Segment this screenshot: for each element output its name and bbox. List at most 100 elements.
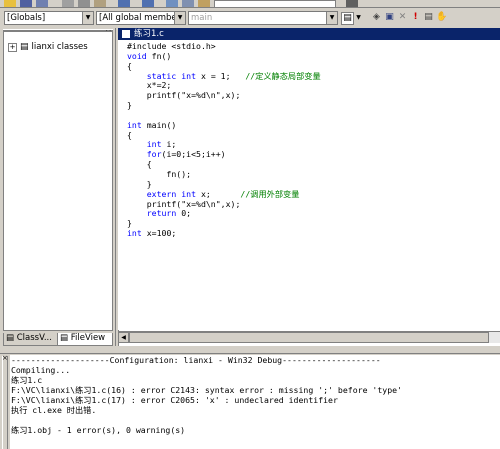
output-line: 练习1.c bbox=[11, 375, 43, 385]
code-line[interactable]: static int x = 1; //定义静态局部变量 bbox=[127, 70, 497, 82]
code-line[interactable]: void fn() bbox=[127, 50, 497, 62]
find-in-files-icon[interactable] bbox=[346, 0, 358, 7]
tree-root-item[interactable]: + ▤ lianxi classes bbox=[8, 42, 88, 52]
code-text: main() bbox=[141, 119, 177, 130]
editor-title: 练习1.c bbox=[134, 29, 164, 39]
code-text: printf("x=%d\n",x); bbox=[127, 90, 241, 101]
code-text: 0; bbox=[176, 208, 192, 219]
tab-classview-label: ClassV... bbox=[16, 333, 52, 343]
copy-icon[interactable] bbox=[78, 0, 90, 7]
output-line: F:\VC\lianxi\练习1.c(17) : error C2065: 'x… bbox=[11, 395, 338, 405]
workspace-tabs: ▤ ClassV... ▤ FileView bbox=[3, 333, 113, 346]
code-text: } bbox=[127, 178, 152, 189]
output-line: Compiling... bbox=[11, 365, 71, 375]
output-line: F:\VC\lianxi\练习1.c(16) : error C2143: sy… bbox=[11, 385, 403, 395]
classes-icon: ▤ bbox=[20, 42, 29, 52]
classview-icon: ▤ bbox=[6, 333, 15, 343]
redo-icon[interactable] bbox=[142, 0, 154, 7]
code-editor[interactable]: #include <stdio.h> void fn(){ static int … bbox=[127, 41, 497, 332]
code-keyword: for bbox=[146, 149, 162, 160]
tab-fileview-label: FileView bbox=[70, 333, 106, 343]
workspace-icon[interactable] bbox=[166, 0, 178, 7]
close-icon[interactable]: × bbox=[2, 355, 9, 362]
code-line[interactable]: return 0; bbox=[127, 208, 497, 219]
function-combo[interactable]: main ▼ bbox=[188, 11, 338, 25]
file-icon bbox=[122, 30, 130, 38]
expand-icon[interactable]: + bbox=[8, 42, 17, 52]
code-line[interactable]: } bbox=[127, 218, 497, 229]
scope-combo-value: [Globals] bbox=[7, 13, 46, 23]
code-comment: //调用外部变量 bbox=[240, 188, 300, 199]
scope-combo[interactable]: [Globals] ▼ bbox=[4, 11, 94, 25]
code-text: { bbox=[127, 129, 132, 140]
code-line[interactable]: } bbox=[127, 100, 497, 111]
code-line[interactable]: #include <stdio.h> bbox=[127, 41, 497, 52]
execute-icon[interactable]: ! bbox=[410, 12, 421, 23]
output-pane-border bbox=[0, 346, 500, 354]
code-text: i; bbox=[161, 139, 177, 150]
code-keyword: int bbox=[127, 228, 142, 239]
editor-gutter[interactable] bbox=[118, 40, 124, 330]
output-gripper[interactable] bbox=[2, 356, 8, 449]
chevron-down-icon[interactable]: ▼ bbox=[82, 12, 93, 24]
chevron-down-icon[interactable]: ▼ bbox=[353, 12, 364, 23]
output-window[interactable]: --------------------Configuration: lianx… bbox=[10, 355, 500, 449]
code-text: x=100; bbox=[141, 228, 177, 239]
window-list-icon[interactable] bbox=[198, 0, 210, 7]
code-line[interactable]: fn(); bbox=[127, 168, 497, 180]
open-icon[interactable] bbox=[4, 0, 16, 7]
code-text: { bbox=[127, 60, 132, 71]
scroll-left-icon[interactable]: ◀ bbox=[118, 332, 129, 343]
cut-icon[interactable] bbox=[62, 0, 74, 7]
editor-title-bar[interactable]: 练习1.c bbox=[118, 28, 500, 40]
code-text: x*=2; bbox=[127, 80, 172, 91]
chevron-down-icon[interactable]: ▼ bbox=[174, 12, 185, 24]
output-line: 练习1.obj - 1 error(s), 0 warning(s) bbox=[11, 425, 186, 435]
tab-classview[interactable]: ▤ ClassV... bbox=[3, 333, 61, 346]
code-keyword: void bbox=[127, 50, 147, 61]
code-text: printf("x=%d\n",x); bbox=[127, 198, 241, 209]
code-keyword: int bbox=[181, 188, 197, 199]
code-line[interactable] bbox=[127, 111, 497, 121]
save-all-icon[interactable] bbox=[36, 0, 48, 7]
horizontal-scrollbar[interactable]: ◀ bbox=[118, 331, 500, 343]
chevron-down-icon[interactable]: ▼ bbox=[326, 12, 337, 24]
paste-icon[interactable] bbox=[94, 0, 106, 7]
output-line: 执行 cl.exe 时出错. bbox=[11, 405, 97, 415]
members-combo-value: [All global members bbox=[99, 13, 185, 23]
code-line[interactable]: for(i=0;i<5;i++) bbox=[127, 149, 497, 160]
code-text: } bbox=[127, 218, 132, 229]
fileview-icon: ▤ bbox=[60, 333, 69, 343]
undo-icon[interactable] bbox=[118, 0, 130, 7]
find-combo[interactable] bbox=[214, 0, 336, 7]
code-keyword: int bbox=[146, 139, 162, 150]
code-text: fn(); bbox=[127, 168, 192, 179]
breakpoint-hand-icon[interactable]: ✋ bbox=[436, 12, 447, 23]
code-text: { bbox=[127, 159, 152, 170]
code-line[interactable]: { bbox=[127, 129, 497, 141]
code-line[interactable]: printf("x=%d\n",x); bbox=[127, 90, 497, 101]
code-comment: //定义静态局部变量 bbox=[245, 70, 321, 81]
code-keyword: int bbox=[181, 70, 197, 81]
code-text: (i=0;i<5;i++) bbox=[161, 149, 226, 160]
code-keyword: int bbox=[127, 119, 142, 130]
code-keyword: static bbox=[146, 70, 177, 81]
save-icon[interactable] bbox=[20, 0, 32, 7]
wizard-bar: [Globals] ▼ [All global members ▼ main ▼… bbox=[0, 9, 500, 27]
tab-fileview[interactable]: ▤ FileView bbox=[57, 333, 113, 346]
code-line[interactable]: int main() bbox=[127, 119, 497, 131]
code-text: x; bbox=[196, 188, 241, 199]
function-combo-value: main bbox=[191, 13, 213, 23]
members-combo[interactable]: [All global members ▼ bbox=[96, 11, 186, 25]
scroll-thumb[interactable] bbox=[129, 332, 489, 343]
output-icon[interactable] bbox=[182, 0, 194, 7]
compile-icon[interactable]: ◈ bbox=[371, 12, 382, 23]
code-line[interactable]: int x=100; bbox=[127, 228, 497, 239]
go-icon[interactable]: ▤ bbox=[423, 12, 434, 23]
build-icon[interactable]: ▣ bbox=[384, 12, 395, 23]
stop-build-icon[interactable]: ✕ bbox=[397, 12, 408, 23]
